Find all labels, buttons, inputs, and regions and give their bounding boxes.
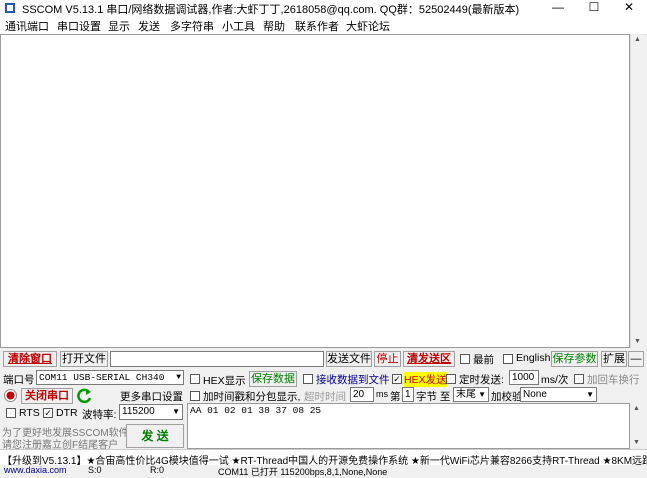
port-status-icon [4,389,17,402]
open-file-button[interactable]: 打开文件 [60,351,108,367]
timeout-input[interactable]: 20 [350,387,374,402]
menu-serial-settings[interactable]: 串口设置 [57,18,101,34]
port-select[interactable]: COM11 USB-SERIAL CH340 ▼ [36,370,184,385]
topmost-checkbox[interactable] [460,354,470,364]
recv-to-file-checkbox[interactable] [303,374,313,384]
baud-label: 波特率: [82,409,117,421]
news-ticker[interactable]: 【升级到V5.13.1】★合宙高性价比4G模块值得一试 ★RT-Thread中国… [0,449,647,467]
menu-bar: 通讯端口 串口设置 显示 发送 多字符串 小工具 帮助 联系作者 大虾论坛 [0,16,647,35]
refresh-icon[interactable] [77,388,93,404]
more-serial-settings-link[interactable]: 更多串口设置 [120,389,183,404]
receive-area[interactable] [0,34,630,348]
dtr-checkbox[interactable]: ✓ [43,408,53,418]
checksum-select-value: None [523,389,547,400]
menu-send[interactable]: 发送 [138,18,160,34]
window-title: SSCOM V5.13.1 串口/网络数据调试器,作者:大虾丁丁,2618058… [22,4,520,16]
menu-multi-string[interactable]: 多字符串 [170,18,214,34]
minimize-button[interactable]: — [540,0,576,16]
timed-send-checkbox[interactable] [446,374,456,384]
receive-scrollbar[interactable]: ▲ ▼ [630,34,643,348]
append-crlf-label: 加回车换行 [587,374,640,386]
topmost-label: 最前 [473,354,494,366]
checksum-select[interactable]: None ▼ [520,387,597,402]
status-bar: www.daxia.com S:0 R:0 COM11 已打开 115200bp… [0,465,647,477]
scroll-up-icon[interactable]: ▲ [630,403,643,415]
port-select-value: COM11 USB-SERIAL CH340 [39,372,165,383]
ms-per-time-label: ms/次 [541,374,569,386]
scroll-down-icon[interactable]: ▼ [630,437,643,449]
baud-select-value: 115200 [122,406,155,417]
maximize-button[interactable]: ☐ [576,0,612,16]
byte-from-label: 第 [390,391,401,403]
baud-select[interactable]: 115200 ▼ [119,404,183,420]
timestamp-checkbox[interactable] [190,391,200,401]
port-label: 端口号 [3,374,35,386]
send-text: AA 01 02 01 38 37 08 25 [190,405,322,416]
end-select[interactable]: 末尾 ▼ [453,387,489,402]
menu-help[interactable]: 帮助 [263,18,285,34]
hex-send-checkbox[interactable]: ✓ [392,374,402,384]
chevron-down-icon: ▼ [172,407,180,416]
hex-send-label: HEX发送 [404,372,447,387]
save-data-button[interactable]: 保存数据 [249,371,297,387]
checksum-label: 加校验 [491,391,523,403]
scroll-down-icon[interactable]: ▼ [631,336,644,348]
menu-display[interactable]: 显示 [108,18,130,34]
menu-tools[interactable]: 小工具 [222,18,255,34]
menu-contact[interactable]: 联系作者 [295,18,339,34]
send-button[interactable]: 发 送 [126,424,184,448]
english-checkbox[interactable] [503,354,513,364]
send-scrollbar[interactable]: ▲ ▼ [630,403,643,449]
timeout-ms-label: ms [376,389,388,399]
append-crlf-checkbox[interactable] [574,374,584,384]
send-text-area[interactable]: AA 01 02 01 38 37 08 25 [187,403,630,449]
menu-comm-port[interactable]: 通讯端口 [5,18,49,34]
stop-button[interactable]: 停止 [374,351,401,367]
timed-ms-input[interactable]: 1000 [509,370,539,385]
recv-to-file-label: 接收数据到文件 [316,374,390,386]
end-select-value: 末尾 [456,389,476,400]
hex-display-checkbox[interactable] [190,374,200,384]
timestamp-label: 加时间戳和分包显示, [203,391,301,403]
rts-label: RTS [19,407,40,419]
collapse-button[interactable]: — [628,351,644,367]
website-link[interactable]: www.daxia.com [4,465,67,475]
chevron-down-icon: ▼ [478,390,486,399]
save-params-button[interactable]: 保存参数 [551,351,598,367]
english-label: English [516,352,551,364]
dtr-label: DTR [56,407,78,419]
byte-to-label: 字节 至 [416,391,451,403]
send-file-button[interactable]: 发送文件 [326,351,372,367]
hex-display-label: HEX显示 [203,375,246,387]
timed-send-label: 定时发送: [459,374,504,386]
chevron-down-icon: ▼ [176,373,181,382]
chevron-down-icon: ▼ [586,390,594,399]
timeout-label: 超时时间 [304,391,346,403]
expand-button[interactable]: 扩展 [601,351,627,367]
rts-checkbox[interactable] [6,408,16,418]
clear-window-button[interactable]: 清除窗口 [3,351,57,367]
file-path-input[interactable] [110,351,324,367]
scroll-up-icon[interactable]: ▲ [631,34,644,46]
close-port-button[interactable]: 关闭串口 [21,388,73,404]
title-bar: SSCOM V5.13.1 串口/网络数据调试器,作者:大虾丁丁,2618058… [0,0,647,16]
app-icon [4,2,16,14]
menu-forum[interactable]: 大虾论坛 [346,18,390,34]
port-status-text: COM11 已打开 115200bps,8,1,None,None [218,467,388,477]
clear-send-button[interactable]: 清发送区 [403,351,455,367]
close-button[interactable]: ✕ [611,0,647,16]
received-count: R:0 [150,465,165,475]
sent-count: S:0 [88,465,102,475]
byte-index-input[interactable]: 1 [402,387,414,402]
